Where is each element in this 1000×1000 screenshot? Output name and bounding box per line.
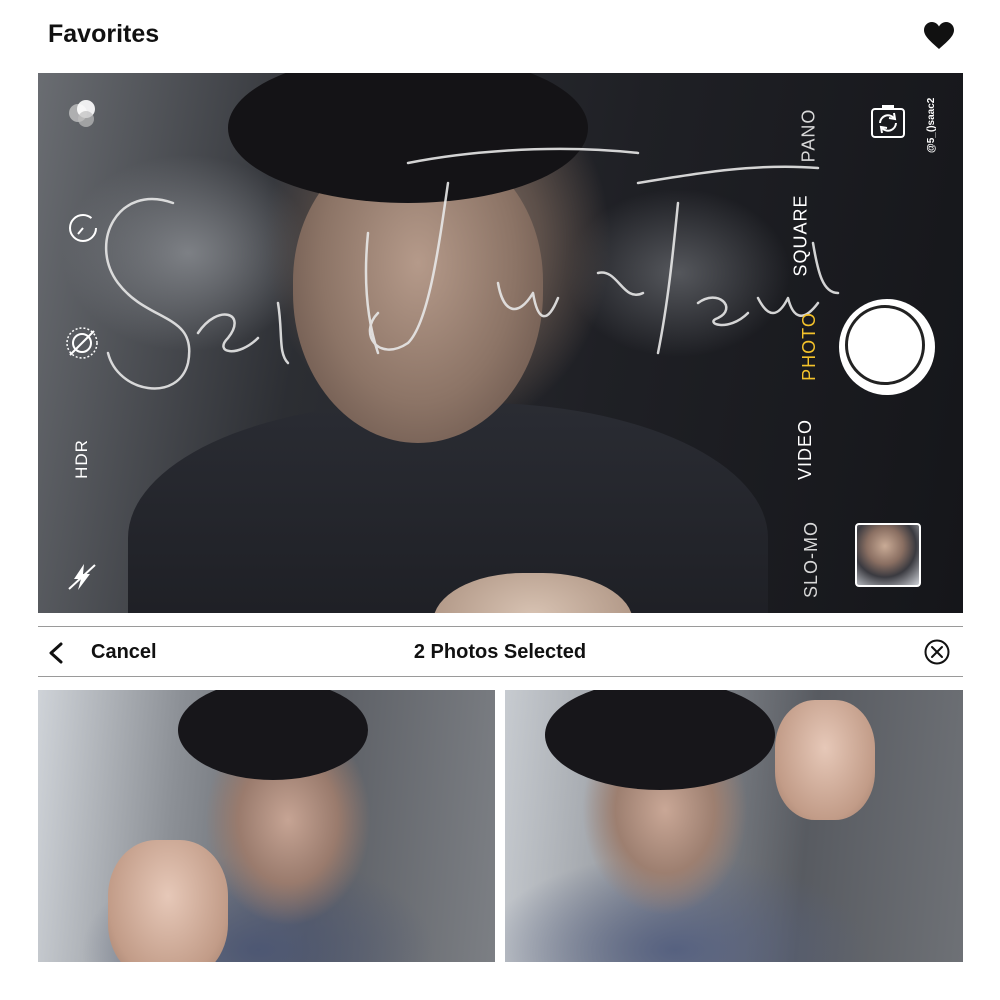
mode-pano[interactable]: PANO (798, 109, 819, 163)
photo-1-hand (108, 840, 228, 962)
camera-flip-icon[interactable] (866, 101, 910, 145)
chevron-left-icon[interactable] (46, 641, 68, 665)
cancel-button[interactable]: Cancel (91, 641, 157, 664)
mode-slo-mo[interactable]: SLO-MO (801, 521, 822, 598)
close-circle-icon[interactable] (923, 638, 951, 666)
mode-photo[interactable]: PHOTO (799, 312, 820, 381)
handwritten-signature (104, 147, 840, 390)
selected-photo-1[interactable] (38, 690, 495, 962)
selected-photo-2[interactable] (505, 690, 963, 962)
hdr-button[interactable]: HDR (72, 439, 92, 479)
selection-count: 2 Photos Selected (413, 641, 587, 663)
live-photo-icon[interactable] (66, 97, 102, 133)
page-title: Favorites (48, 20, 160, 48)
last-photo-thumbnail[interactable] (855, 523, 921, 587)
divider-top (38, 626, 963, 627)
photo-1-hair (178, 690, 368, 780)
heart-icon[interactable] (924, 22, 954, 50)
flash-off-icon[interactable] (66, 561, 98, 593)
live-off-icon[interactable] (64, 325, 100, 361)
watermark-handle: @5_()saac2 (926, 97, 937, 153)
mode-square[interactable]: SQUARE (791, 194, 812, 276)
mode-video[interactable]: VIDEO (795, 419, 816, 480)
photo-2-hand (775, 700, 875, 820)
divider-bottom (38, 676, 963, 677)
photo-2-hair (545, 690, 775, 790)
timer-icon[interactable] (66, 211, 100, 245)
camera-viewfinder: HDR PANO SQUARE PHOTO VIDEO SLO-MO @5_()… (38, 73, 963, 613)
shutter-button[interactable] (839, 299, 935, 395)
